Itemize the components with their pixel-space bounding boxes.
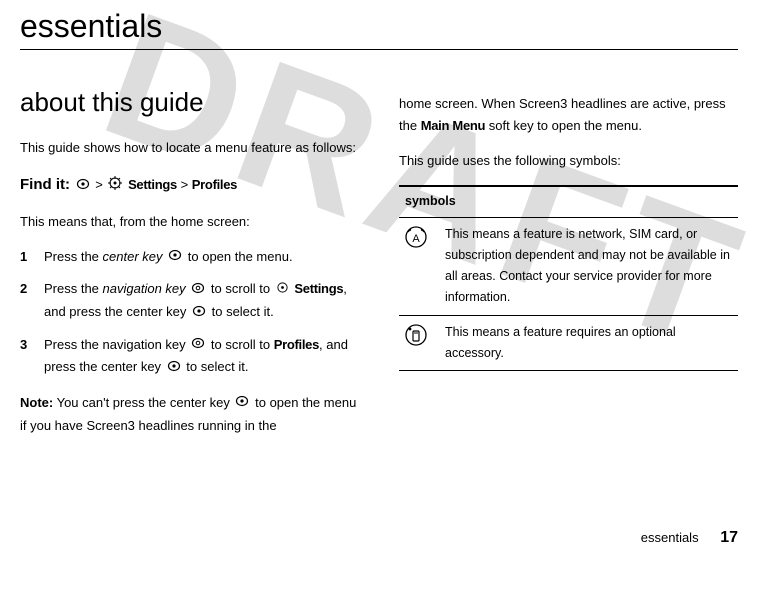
text: soft key to open the menu. — [485, 118, 642, 133]
center-key-icon — [76, 175, 90, 197]
note-label: Note: — [20, 395, 53, 410]
symbols-lead: This guide uses the following symbols: — [399, 150, 738, 172]
lead-text: This means that, from the home screen: — [20, 211, 359, 233]
text: to open the menu. — [188, 249, 293, 264]
page-footer: essentials 17 — [641, 529, 738, 547]
intro-text: This guide shows how to locate a menu fe… — [20, 137, 359, 159]
text: Press the navigation key — [44, 337, 189, 352]
step-1: 1 Press the center key to open the menu. — [20, 246, 359, 269]
nav-key-icon — [191, 334, 205, 356]
text: Press the — [44, 249, 103, 264]
nav-key-icon — [191, 279, 205, 301]
center-key-icon — [192, 302, 206, 324]
note-paragraph: Note: You can't press the center key to … — [20, 392, 359, 437]
center-key-icon — [167, 357, 181, 379]
step-body: Press the navigation key to scroll to Pr… — [44, 334, 359, 379]
symbols-table: symbols A This means a feature is networ… — [399, 185, 738, 371]
navigation-key-term: navigation key — [103, 281, 186, 296]
page-number: 17 — [720, 529, 738, 546]
left-column: about this guide This guide shows how to… — [20, 80, 359, 450]
columns: about this guide This guide shows how to… — [20, 80, 738, 450]
step-2: 2 Press the navigation key to scroll to … — [20, 278, 359, 323]
text: Press the — [44, 281, 103, 296]
network-dependent-icon: A — [399, 217, 439, 315]
table-row: A This means a feature is network, SIM c… — [399, 217, 738, 315]
step-body: Press the navigation key to scroll to Se… — [44, 278, 359, 323]
text: to select it. — [212, 304, 274, 319]
find-it-line: Find it: > Settings > Profiles — [20, 172, 359, 198]
page-content: essentials about this guide This guide s… — [0, 8, 758, 450]
footer-label: essentials — [641, 530, 699, 545]
step-3: 3 Press the navigation key to scroll to … — [20, 334, 359, 379]
text: to select it. — [186, 359, 248, 374]
accessory-required-icon — [399, 315, 439, 371]
settings-gear-icon — [108, 175, 122, 197]
steps-list: 1 Press the center key to open the menu.… — [20, 246, 359, 379]
divider — [20, 49, 738, 50]
text: to scroll to — [211, 281, 274, 296]
step-number: 3 — [20, 334, 44, 379]
table-header: symbols — [399, 186, 738, 217]
section-title: about this guide — [20, 80, 359, 124]
right-column: home screen. When Screen3 headlines are … — [399, 80, 738, 450]
center-key-icon — [235, 392, 249, 414]
symbol-desc: This means a feature is network, SIM car… — [439, 217, 738, 315]
step-body: Press the center key to open the menu. — [44, 246, 359, 269]
profiles-label: Profiles — [274, 337, 319, 352]
continuation-text: home screen. When Screen3 headlines are … — [399, 93, 738, 137]
main-menu-label: Main Menu — [421, 118, 485, 133]
text: You can't press the center key — [53, 395, 233, 410]
symbol-desc: This means a feature requires an optiona… — [439, 315, 738, 371]
text: to scroll to — [211, 337, 274, 352]
chapter-title: essentials — [20, 8, 738, 45]
find-it-label: Find it: — [20, 176, 70, 193]
settings-gear-icon — [276, 279, 289, 301]
find-it-profiles: Profiles — [192, 177, 237, 192]
step-number: 2 — [20, 278, 44, 323]
svg-text:A: A — [412, 233, 420, 245]
find-it-settings: Settings — [128, 177, 177, 192]
step-number: 1 — [20, 246, 44, 269]
center-key-term: center key — [103, 249, 163, 264]
center-key-icon — [168, 246, 182, 268]
table-row: This means a feature requires an optiona… — [399, 315, 738, 371]
settings-label: Settings — [294, 281, 343, 296]
